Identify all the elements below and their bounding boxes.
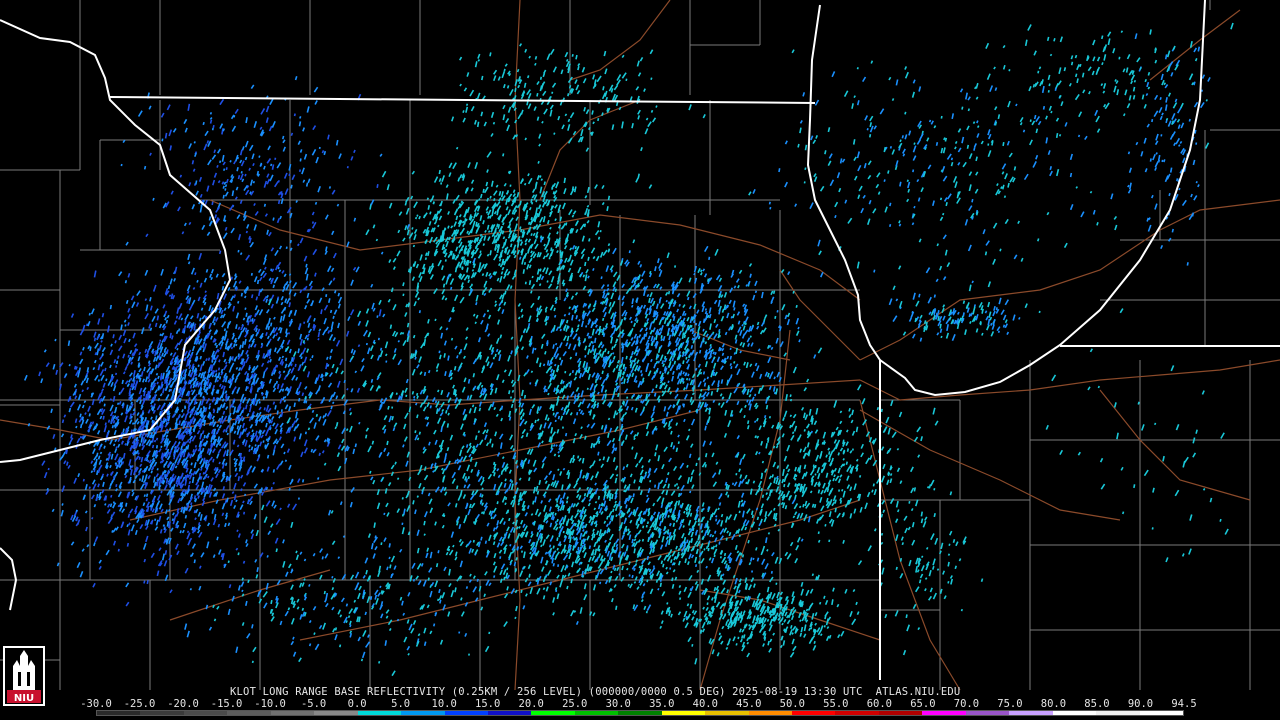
scale-label: 70.0 [953,698,980,710]
scale-color-segment [878,711,923,715]
scale-label: 35.0 [649,698,675,710]
radar-map [0,0,1280,720]
reflectivity-color-bar [96,710,1184,716]
scale-color-segment [922,711,966,715]
niu-logo: NIU [3,646,45,706]
scale-color-segment [314,711,358,715]
scale-label: 90.0 [1127,698,1154,710]
scale-color-segment [97,711,141,715]
scale-color-segment [401,711,445,715]
scale-color-segment [965,711,1010,715]
scale-label: 85.0 [1084,698,1110,710]
scale-label: -5.0 [300,698,327,710]
scale-color-segment [574,711,619,715]
scale-color-segment [705,711,749,715]
scale-color-segment [1096,711,1140,715]
scale-label: 80.0 [1040,698,1067,710]
scale-label: 65.0 [910,698,936,710]
map-background [0,0,1280,720]
scale-color-segment [357,711,402,715]
scale-label: 75.0 [997,698,1023,710]
scale-color-segment [531,711,575,715]
reflectivity-scale-labels: -30.0 -25.0 -20.0 -15.0 -10.0 -5.0 0.0 5.0 10.0 1… [80,698,1197,710]
scale-label: 15.0 [475,698,501,710]
scale-label: 25.0 [562,698,588,710]
scale-label: 60.0 [866,698,893,710]
scale-label: 40.0 [692,698,718,710]
scale-label: 5.0 [391,698,411,710]
scale-label: -25.0 [123,698,156,710]
scale-label: -10.0 [254,698,286,710]
scale-color-segment [1139,711,1183,715]
scale-label: 55.0 [823,698,849,710]
scale-color-segment [792,711,836,715]
scale-color-segment [1009,711,1053,715]
scale-color-segment [748,711,792,715]
scale-color-segment [1052,711,1097,715]
scale-label: 20.0 [518,698,544,710]
scale-label: 50.0 [779,698,805,710]
scale-label: 0.0 [347,698,367,710]
scale-label: -15.0 [210,698,243,710]
scale-color-segment [183,711,228,715]
scale-label: -20.0 [167,698,199,710]
scale-color-segment [661,711,706,715]
scale-label: -30.0 [80,698,112,710]
logo-text: NIU [14,693,34,704]
scale-label: 45.0 [736,698,762,710]
product-caption: KLOT LONG RANGE BASE REFLECTIVITY (0.25K… [230,686,961,698]
scale-color-segment [140,711,184,715]
scale-label: 30.0 [605,698,631,710]
scale-label: 10.0 [431,698,457,710]
scale-color-segment [487,711,532,715]
scale-color-segment [618,711,662,715]
scale-color-segment [835,711,879,715]
scale-color-segment [270,711,315,715]
scale-color-segment [444,711,488,715]
scale-color-segment [227,711,271,715]
scale-label: 94.5 [1171,698,1197,710]
